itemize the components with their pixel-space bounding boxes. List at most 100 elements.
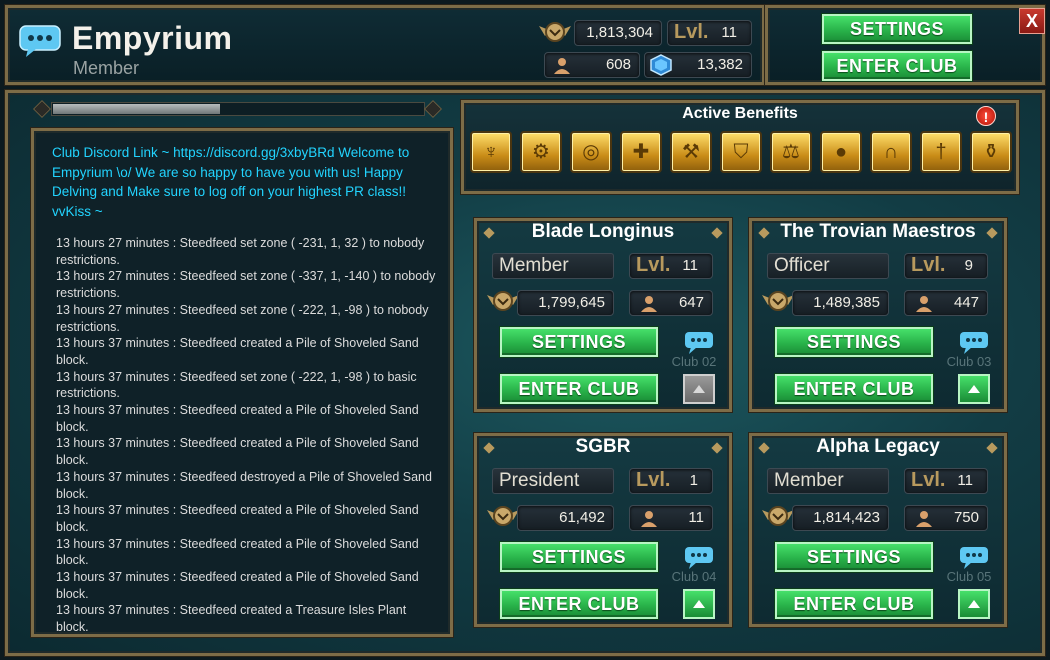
altar-icon[interactable]: ⚙ [520, 131, 562, 173]
club-card-enter-button[interactable]: ENTER CLUB [775, 589, 933, 619]
move-up-button[interactable] [683, 374, 715, 404]
scroll-left-cap[interactable] [33, 100, 51, 118]
close-button[interactable]: X [1019, 8, 1045, 34]
club-card-level: Lvl. 11 [629, 253, 713, 279]
club-card-rank: Member [492, 253, 614, 279]
club-card-trophy-value: 1,489,385 [813, 294, 880, 311]
move-up-button[interactable] [958, 374, 990, 404]
chat-scrollbar[interactable] [33, 99, 443, 119]
club-name: Empyrium [72, 20, 233, 56]
horseshoe-icon[interactable]: ∩ [870, 131, 912, 173]
club-card-level: Lvl. 1 [629, 468, 713, 494]
club-slot-label: Club 05 [946, 569, 992, 584]
level-label: Lvl. [911, 469, 946, 491]
club-card: The Trovian Maestros Officer Lvl. 9 1,48… [749, 218, 1007, 412]
move-up-button[interactable] [683, 589, 715, 619]
club-card-name: Alpha Legacy [816, 436, 940, 457]
trophy-wings-icon [762, 506, 794, 526]
club-card-level: Lvl. 11 [904, 468, 988, 494]
club-card-level: Lvl. 9 [904, 253, 988, 279]
trophy-wings-icon [487, 506, 519, 526]
club-card-trophy-value: 1,799,645 [538, 294, 605, 311]
person-icon [916, 511, 932, 527]
club-card-trophy-value: 1,814,423 [813, 509, 880, 526]
member-count: 608 [544, 52, 640, 78]
gem-count: 13,382 [644, 52, 752, 78]
club-card-trophy: 1,799,645 [517, 290, 614, 316]
club-card-rank: Member [767, 468, 889, 494]
club-card-name: The Trovian Maestros [780, 221, 976, 242]
chat-bubble-icon[interactable] [684, 331, 714, 355]
club-card: SGBR President Lvl. 1 61,492 11 SETTINGS… [474, 433, 732, 627]
log-entry: 13 hours 27 minutes : Steedfeed set zone… [56, 302, 429, 334]
club-card-members-value: 11 [688, 509, 704, 526]
person-icon [554, 58, 570, 74]
log-entry: 13 hours 27 minutes : Steedfeed set zone… [56, 269, 436, 301]
club-card-members: 750 [904, 505, 988, 531]
axe-icon[interactable]: ⚒ [670, 131, 712, 173]
trophy-score-value: 1,813,304 [586, 24, 653, 41]
settings-button[interactable]: SETTINGS [822, 14, 972, 44]
potion-icon[interactable]: ⚱ [970, 131, 1012, 173]
club-card: Blade Longinus Member Lvl. 11 1,799,645 … [474, 218, 732, 412]
club-card-members-value: 750 [953, 509, 979, 526]
log-entry: 13 hours 37 minutes : Steedfeed created … [56, 336, 419, 367]
log-entry: 13 hours 37 minutes : Steedfeed destroye… [56, 469, 432, 501]
club-card-settings-button[interactable]: SETTINGS [775, 542, 933, 572]
club-rank: Member [73, 58, 140, 78]
gem-count-value: 13,382 [697, 56, 743, 73]
log-entry: 13 hours 37 minutes : Steedfeed created … [56, 503, 419, 534]
chat-bubble-icon[interactable] [959, 546, 989, 570]
active-benefits-title: Active Benefits [682, 105, 798, 122]
club-slot-label: Club 04 [671, 569, 717, 584]
scroll-thumb[interactable] [53, 104, 220, 114]
target-icon[interactable]: ◎ [570, 131, 612, 173]
club-card-enter-button[interactable]: ENTER CLUB [500, 589, 658, 619]
club-log-panel[interactable]: Club Discord Link ~ https://discord.gg/3… [31, 128, 453, 637]
club-card-members-value: 647 [678, 294, 704, 311]
arrow-up-icon [968, 385, 980, 393]
torch-icon[interactable]: ♆ [470, 131, 512, 173]
club-card-name: Blade Longinus [531, 221, 675, 242]
alert-icon[interactable]: ! [976, 106, 996, 126]
signpost-icon[interactable]: ✚ [620, 131, 662, 173]
gem-cube-icon [650, 54, 672, 76]
club-card-trophy: 1,489,385 [792, 290, 889, 316]
log-entry: 13 hours 37 minutes : Steedfeed created … [56, 403, 419, 434]
scroll-right-cap[interactable] [424, 100, 442, 118]
person-icon [641, 511, 657, 527]
club-card-enter-button[interactable]: ENTER CLUB [775, 374, 933, 404]
move-up-button[interactable] [958, 589, 990, 619]
club-card-enter-button[interactable]: ENTER CLUB [500, 374, 658, 404]
club-level: Lvl. 11 [667, 20, 752, 46]
club-card-trophy: 1,814,423 [792, 505, 889, 531]
club-slot-label: Club 03 [946, 354, 992, 369]
chat-bubble-icon[interactable] [18, 24, 62, 58]
arrow-up-icon [693, 600, 705, 608]
arrow-up-icon [693, 385, 705, 393]
trophy-wings-icon [762, 291, 794, 311]
sword-icon[interactable]: † [920, 131, 962, 173]
club-card-trophy-value: 61,492 [559, 509, 605, 526]
trophy-score: 1,813,304 [574, 20, 662, 46]
log-entry: 13 hours 37 minutes : Steedfeed created … [56, 603, 407, 635]
level-value: 9 [964, 257, 973, 274]
trophy-wings-icon [487, 291, 519, 311]
level-label: Lvl. [636, 469, 671, 491]
chat-bubble-icon[interactable] [959, 331, 989, 355]
enter-club-button[interactable]: ENTER CLUB [822, 51, 972, 81]
log-entry: 13 hours 37 minutes : Steedfeed created … [56, 436, 419, 468]
club-card-members: 447 [904, 290, 988, 316]
chat-bubble-icon[interactable] [684, 546, 714, 570]
club-card-settings-button[interactable]: SETTINGS [500, 327, 658, 357]
level-value: 11 [957, 472, 973, 489]
scales-icon[interactable]: ⚖ [770, 131, 812, 173]
club-card-settings-button[interactable]: SETTINGS [775, 327, 933, 357]
coins-icon[interactable]: ● [820, 131, 862, 173]
shield-icon[interactable]: ⛉ [720, 131, 762, 173]
active-benefits-panel: Active Benefits ! ♆ ⚙ ◎ ✚ ⚒ ⛉ ⚖ ● ∩ † ⚱ [461, 100, 1019, 194]
club-card-settings-button[interactable]: SETTINGS [500, 542, 658, 572]
level-value: 1 [689, 472, 698, 489]
trophy-wings-icon [539, 22, 571, 42]
club-card-rank: President [492, 468, 614, 494]
